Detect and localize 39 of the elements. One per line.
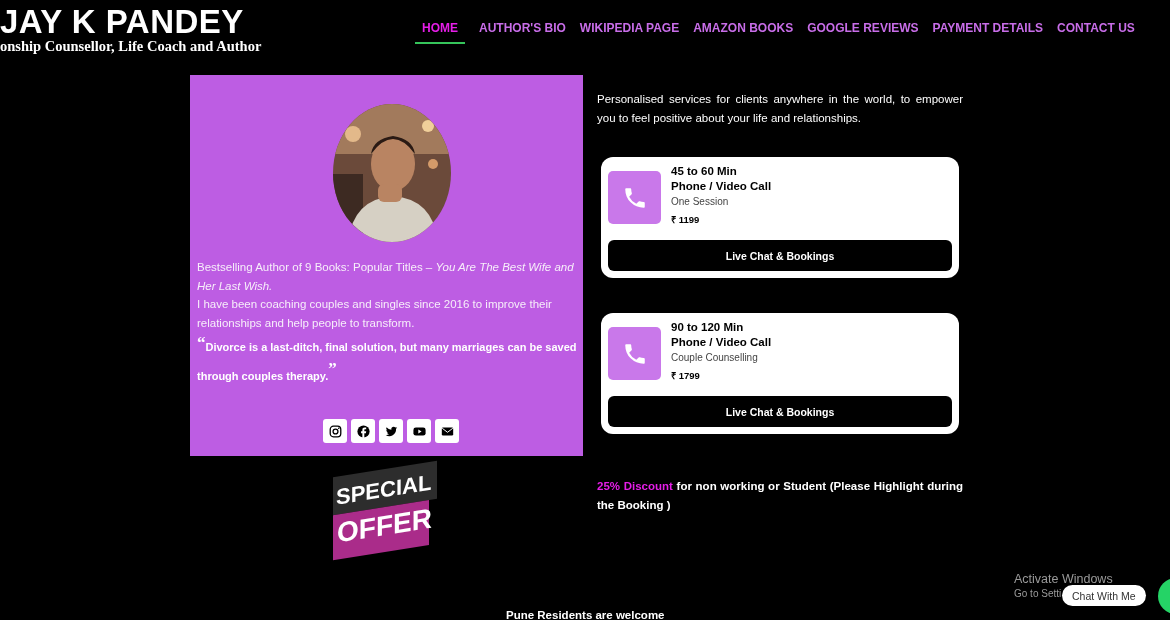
phone-icon [608,327,661,380]
os-notice-subtitle: Go to Setti [1014,588,1062,599]
social-button[interactable] [407,419,431,443]
facebook-icon [356,424,370,438]
service-type: Phone / Video Call [671,334,772,349]
nav-link[interactable]: PAYMENT DETAILS [932,21,1044,44]
coaching-text: I have been coaching couples and singles since 2016 to improve their relationships and help people to transform. [197,297,553,331]
service-duration: 90 to 120 Min [671,320,745,335]
nav-link[interactable]: CONTACT US [1057,21,1135,44]
nav-link[interactable]: WIKIPEDIA PAGE [579,21,680,44]
instagram-icon [328,424,342,438]
phone-icon [608,171,661,224]
social-button[interactable] [379,419,403,443]
nav-link[interactable]: AUTHOR'S BIO [479,21,566,44]
service-type: Phone / Video Call [671,178,772,193]
service-duration: 45 to 60 Min [671,164,738,179]
logo-title[interactable]: JAY K PANDEY [0,6,406,38]
os-notice-title: Activate Windows [1014,572,1113,586]
service-description: Couple Counselling [671,352,759,363]
bio-text: Bestselling Author of 9 Books: Popular Titles – You Are The Best Wife and Her Last Wish. [197,260,575,294]
play-icon [412,424,426,438]
social-button[interactable] [351,419,375,443]
service-price: ₹ 1799 [671,369,701,382]
envelope-icon [440,424,454,438]
chat-button[interactable]: Chat With Me [1062,585,1146,606]
bird-icon [384,424,398,438]
nav-link[interactable]: HOME [415,21,465,44]
intro-text: Personalised services for clients anywhere in the world, to empower you to feel positive about your life and relationships. [597,92,963,126]
service-description: One Session [671,196,730,207]
nav-link[interactable]: GOOGLE REVIEWS [807,21,919,44]
booking-button[interactable]: Live Chat & Bookings [608,396,952,427]
social-button[interactable] [323,419,347,443]
discount-text: 25% Discount for non working or Student (Please Highlight during the Booking ) [597,479,963,513]
logo-subtitle: onship Counsellor, Life Coach and Author [0,38,263,55]
nav-link[interactable]: AMAZON BOOKS [693,21,794,44]
social-button[interactable] [435,419,459,443]
service-price: ₹ 1199 [671,213,701,226]
footer-note: Pune Residents are welcome [506,609,665,620]
booking-button[interactable]: Live Chat & Bookings [608,240,952,271]
